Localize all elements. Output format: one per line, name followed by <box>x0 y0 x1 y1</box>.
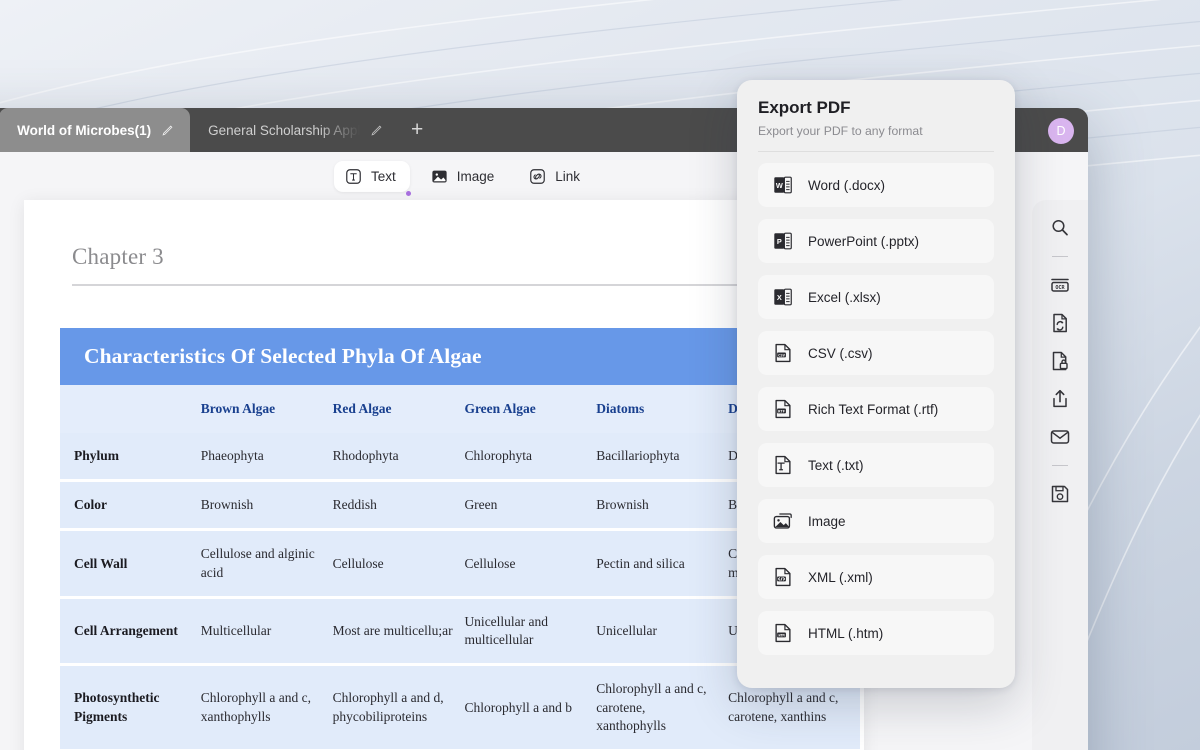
export-format-txt[interactable]: Text (.txt) <box>758 443 994 487</box>
tool-link[interactable]: Link <box>518 161 594 192</box>
export-format-label: PowerPoint (.pptx) <box>808 233 920 249</box>
table-cell: Green <box>464 479 597 530</box>
save-icon[interactable] <box>1048 482 1072 506</box>
column-header: Green Algae <box>464 385 597 433</box>
svg-text:X: X <box>777 293 782 302</box>
image-file-icon <box>773 513 792 529</box>
tab-general-scholarship-application[interactable]: General Scholarship Applic <box>190 108 399 152</box>
avatar[interactable]: D <box>1048 118 1074 144</box>
heading-divider <box>72 284 824 286</box>
table-cell: Cellulose <box>464 528 597 598</box>
tool-text[interactable]: Text <box>333 160 410 192</box>
export-panel-title: Export PDF <box>758 98 851 117</box>
csv-icon: CSV <box>775 343 791 363</box>
export-format-label: Word (.docx) <box>808 177 886 193</box>
table-cell: Unicellular <box>596 595 729 665</box>
table-cell: Chlorophyll a and c, xanthophylls <box>200 663 333 749</box>
image-icon <box>432 170 447 182</box>
rename-pencil-icon[interactable] <box>370 124 383 137</box>
tool-image[interactable]: Image <box>420 161 509 192</box>
table-cell: Brownish <box>200 479 333 530</box>
export-panel-subtitle: Export your PDF to any format <box>758 124 923 138</box>
svg-text:W: W <box>776 181 783 190</box>
tool-label: Image <box>456 168 495 184</box>
table-cell: Chlorophyll a and b <box>464 663 597 749</box>
export-format-label: HTML (.htm) <box>808 625 884 641</box>
rail-divider <box>1052 465 1068 466</box>
row-header: Cell Arrangement <box>60 595 201 665</box>
search-icon[interactable] <box>1048 216 1072 240</box>
share-icon[interactable] <box>1048 387 1072 411</box>
convert-icon[interactable] <box>1048 311 1072 335</box>
export-format-csv[interactable]: CSV CSV (.csv) <box>758 331 994 375</box>
rail-divider <box>1052 256 1068 257</box>
active-tool-indicator-dot <box>406 191 411 196</box>
svg-text:OCR: OCR <box>1055 285 1065 291</box>
export-format-image[interactable]: Image <box>758 499 994 543</box>
table-cell: Unicellular and multicellular <box>464 595 597 665</box>
protect-lock-icon[interactable] <box>1048 349 1072 373</box>
word-icon: W <box>774 176 792 194</box>
export-format-label: Excel (.xlsx) <box>808 289 881 305</box>
link-icon <box>530 168 546 184</box>
rtf-icon: RTF <box>775 399 791 419</box>
table-cell: Multicellular <box>200 595 333 665</box>
text-icon <box>346 168 361 184</box>
export-format-excel[interactable]: X Excel (.xlsx) <box>758 275 994 319</box>
export-panel-divider <box>758 151 994 152</box>
ocr-icon[interactable]: OCR <box>1048 273 1072 297</box>
tab-label: General Scholarship Applic <box>208 122 361 138</box>
row-header: Phylum <box>60 433 201 481</box>
svg-text:P: P <box>777 237 782 246</box>
export-format-xml[interactable]: XML (.xml) <box>758 555 994 599</box>
mail-icon[interactable] <box>1048 425 1072 449</box>
table-cell: Cellulose and alginic acid <box>200 528 333 598</box>
tool-label: Text <box>370 168 396 184</box>
export-format-rtf[interactable]: RTF Rich Text Format (.rtf) <box>758 387 994 431</box>
export-format-label: Text (.txt) <box>808 457 864 473</box>
svg-text:RTF: RTF <box>778 409 786 413</box>
row-header: Cell Wall <box>60 528 201 598</box>
right-tool-rail: OCR <box>1032 200 1088 750</box>
svg-text:HTM: HTM <box>778 633 784 637</box>
table-cell: Chlorophyta <box>464 433 597 481</box>
export-format-powerpoint[interactable]: P PowerPoint (.pptx) <box>758 219 994 263</box>
column-header <box>60 385 201 433</box>
table-cell: Phaeophyta <box>200 433 333 481</box>
table-cell: Most are multicellu;ar <box>332 595 465 665</box>
table-cell: Brownish <box>596 479 729 530</box>
column-header: Diatoms <box>596 385 729 433</box>
txt-icon <box>775 455 791 475</box>
row-header: Color <box>60 479 201 530</box>
table-cell: Reddish <box>332 479 465 530</box>
excel-icon: X <box>774 288 792 306</box>
powerpoint-icon: P <box>774 232 792 250</box>
svg-text:CSV: CSV <box>778 353 786 357</box>
xml-icon <box>775 567 791 587</box>
table-cell: Chlorophyll a and d, phycobiliproteins <box>332 663 465 749</box>
rename-pencil-icon[interactable] <box>161 124 174 137</box>
desktop-background: D nking whitepapar World of Microbes(1) … <box>0 0 1200 750</box>
tab-world-of-microbes[interactable]: World of Microbes(1) <box>0 108 191 152</box>
table-cell: Chlorophyll a and c, carotene, xanthophy… <box>596 663 729 749</box>
export-format-label: Rich Text Format (.rtf) <box>808 401 939 417</box>
export-pdf-panel: Export PDF Export your PDF to any format… <box>737 80 1015 688</box>
table-cell: Bacillariophyta <box>596 433 729 481</box>
table-cell: Pectin and silica <box>596 528 729 598</box>
tab-label: World of Microbes(1) <box>17 122 152 138</box>
table-cell: Cellulose <box>332 528 465 598</box>
export-format-label: CSV (.csv) <box>808 345 873 361</box>
tool-label: Link <box>555 168 581 184</box>
export-format-word[interactable]: W Word (.docx) <box>758 163 994 207</box>
row-header: Photosynthetic Pigments <box>60 663 201 749</box>
export-format-html[interactable]: HTM HTML (.htm) <box>758 611 994 655</box>
new-tab-button[interactable]: + <box>399 108 435 152</box>
export-format-label: Image <box>808 513 846 529</box>
html-icon: HTM <box>775 623 791 643</box>
column-header: Red Algae <box>332 385 465 433</box>
column-header: Brown Algae <box>200 385 333 433</box>
table-cell: Rhodophyta <box>332 433 465 481</box>
export-format-label: XML (.xml) <box>808 569 873 585</box>
